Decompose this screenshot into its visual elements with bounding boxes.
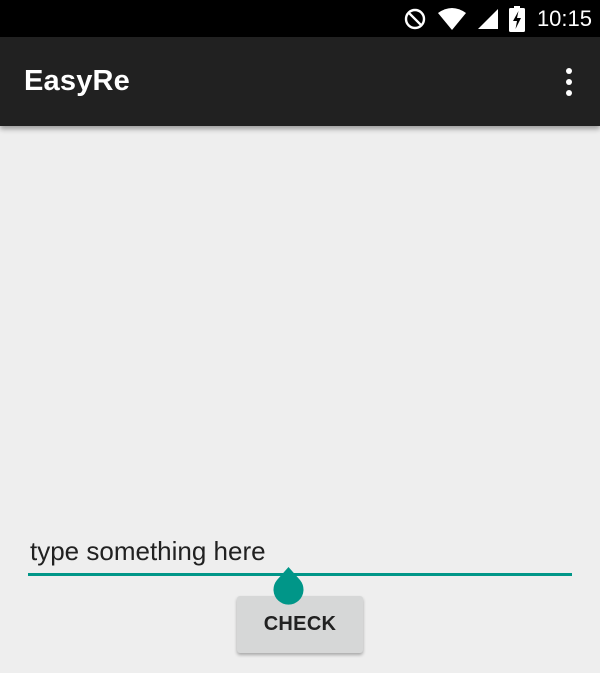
do-not-disturb-icon — [403, 7, 427, 31]
status-bar: 10:15 — [0, 0, 600, 37]
overflow-dot — [566, 68, 572, 74]
status-time: 10:15 — [536, 6, 592, 31]
text-cursor-handle[interactable] — [272, 567, 305, 607]
signal-icon — [477, 7, 499, 31]
status-icons: 10:15 — [403, 0, 592, 37]
text-input[interactable] — [28, 530, 572, 572]
overflow-dot — [566, 90, 572, 96]
main-content: CHECK — [0, 126, 600, 673]
battery-charging-icon — [508, 5, 525, 32]
overflow-menu-icon[interactable] — [552, 59, 586, 105]
app-title: EasyRe — [24, 65, 130, 97]
app-bar: EasyRe — [0, 37, 600, 126]
wifi-icon — [437, 7, 467, 31]
overflow-dot — [566, 79, 572, 85]
